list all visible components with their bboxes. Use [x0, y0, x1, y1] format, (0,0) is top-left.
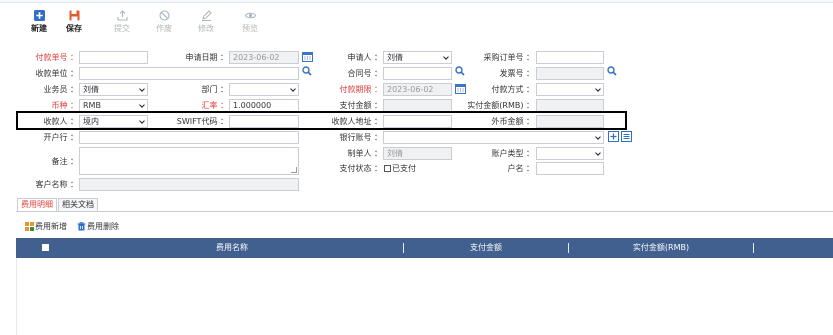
- creator-field[interactable]: 刘倩: [383, 147, 452, 160]
- apply-date-field[interactable]: 2023-06-02: [229, 51, 299, 64]
- ban-icon: [158, 10, 170, 21]
- plus-square-icon: [33, 10, 45, 21]
- po-no-label: 采购订单号 ：: [483, 53, 534, 62]
- account-type-label: 账户类型 ：: [491, 149, 534, 158]
- payee-unit-label: 收款单位 ：: [35, 69, 78, 78]
- calendar-icon[interactable]: [455, 83, 466, 94]
- account-name-field[interactable]: [536, 162, 604, 175]
- edit-button[interactable]: 修改: [192, 10, 220, 34]
- column-pay-amount[interactable]: 支付金额: [404, 238, 568, 258]
- floppy-save-icon: [69, 10, 79, 21]
- delete-expense-label: 费用删除: [87, 222, 119, 231]
- search-icon[interactable]: [302, 66, 312, 76]
- new-button-label: 新建: [31, 24, 47, 33]
- calendar-icon[interactable]: [302, 51, 313, 62]
- po-no-field[interactable]: [536, 51, 604, 64]
- preview-button-label: 预览: [242, 24, 258, 33]
- void-button[interactable]: 作废: [150, 10, 178, 34]
- account-type-select[interactable]: [536, 147, 604, 160]
- account-name-label: 户名 ：: [507, 164, 534, 173]
- department-label: 部门 ：: [201, 85, 228, 94]
- upload-icon: [116, 10, 128, 21]
- bank-field[interactable]: [79, 131, 299, 144]
- void-button-label: 作废: [156, 24, 172, 33]
- search-icon[interactable]: [607, 66, 617, 76]
- tab-bar-divider: [16, 211, 833, 212]
- expense-grid-header: 费用名称 支付金额 实付金额(RMB): [16, 238, 833, 258]
- column-divider: [753, 243, 754, 253]
- add-icon[interactable]: [608, 131, 619, 142]
- window-top-border: [0, 0, 833, 3]
- creator-label: 制单人 ：: [347, 149, 382, 158]
- paid-checkbox[interactable]: [384, 165, 391, 172]
- search-icon[interactable]: [455, 66, 465, 76]
- save-button-label: 保存: [66, 24, 82, 33]
- applicant-label: 申请人 ：: [347, 53, 382, 62]
- contract-no-field[interactable]: [383, 67, 452, 80]
- paid-checkbox-label: 已支付: [392, 164, 416, 173]
- list-icon[interactable]: [621, 131, 632, 142]
- eye-icon: [244, 12, 256, 19]
- submit-button-label: 提交: [114, 24, 130, 33]
- column-actual-amount-rmb[interactable]: 实付金额(RMB): [569, 238, 753, 258]
- salesman-label: 业务员 ：: [43, 85, 78, 94]
- bank-account-select[interactable]: [383, 131, 604, 144]
- customer-name-field[interactable]: [79, 178, 299, 191]
- pay-method-label: 付款方式 ：: [491, 85, 534, 94]
- pay-status-label: 支付状态 ：: [339, 164, 382, 173]
- column-expense-name[interactable]: 费用名称: [61, 238, 403, 258]
- remark-label: 备注 ：: [51, 157, 78, 166]
- save-button[interactable]: 保存: [60, 10, 88, 34]
- bank-account-label: 银行账号 ：: [339, 133, 382, 142]
- payment-no-label: 付款单号 ：: [35, 53, 78, 62]
- tab-related-docs[interactable]: 相关文档: [58, 198, 98, 211]
- payment-no-field[interactable]: [79, 51, 148, 64]
- pay-method-select[interactable]: [536, 83, 604, 96]
- preview-button[interactable]: 预览: [236, 10, 264, 34]
- contract-no-label: 合同号 ：: [347, 69, 382, 78]
- remark-textarea[interactable]: [79, 147, 299, 175]
- grid-add-icon: [25, 222, 34, 231]
- edit-button-label: 修改: [198, 24, 214, 33]
- pay-due-label: 付款期限 ：: [339, 85, 382, 94]
- department-select[interactable]: [229, 83, 299, 96]
- add-expense-label: 费用新增: [35, 222, 67, 231]
- pencil-icon: [201, 10, 212, 21]
- pay-due-field[interactable]: 2023-06-02: [383, 83, 452, 96]
- salesman-select[interactable]: 刘倩: [79, 83, 148, 96]
- highlight-box: [16, 111, 627, 130]
- expense-grid-body: [16, 258, 833, 335]
- invoice-no-label: 发票号 ：: [499, 69, 534, 78]
- select-all-checkbox[interactable]: [42, 244, 49, 251]
- add-expense-button[interactable]: 费用新增: [25, 221, 67, 233]
- customer-name-label: 客户名称 ：: [35, 180, 78, 189]
- delete-expense-button[interactable]: 费用删除: [77, 221, 119, 233]
- trash-icon: [77, 222, 86, 231]
- new-button[interactable]: 新建: [25, 10, 53, 34]
- bank-label: 开户行 ：: [43, 133, 78, 142]
- applicant-select[interactable]: 刘倩: [383, 51, 452, 64]
- invoice-no-field[interactable]: [536, 67, 604, 80]
- apply-date-label: 申请日期 ：: [185, 53, 228, 62]
- tab-expense-detail[interactable]: 费用明细: [17, 198, 57, 212]
- payee-unit-field[interactable]: [79, 67, 299, 80]
- submit-button[interactable]: 提交: [108, 10, 136, 34]
